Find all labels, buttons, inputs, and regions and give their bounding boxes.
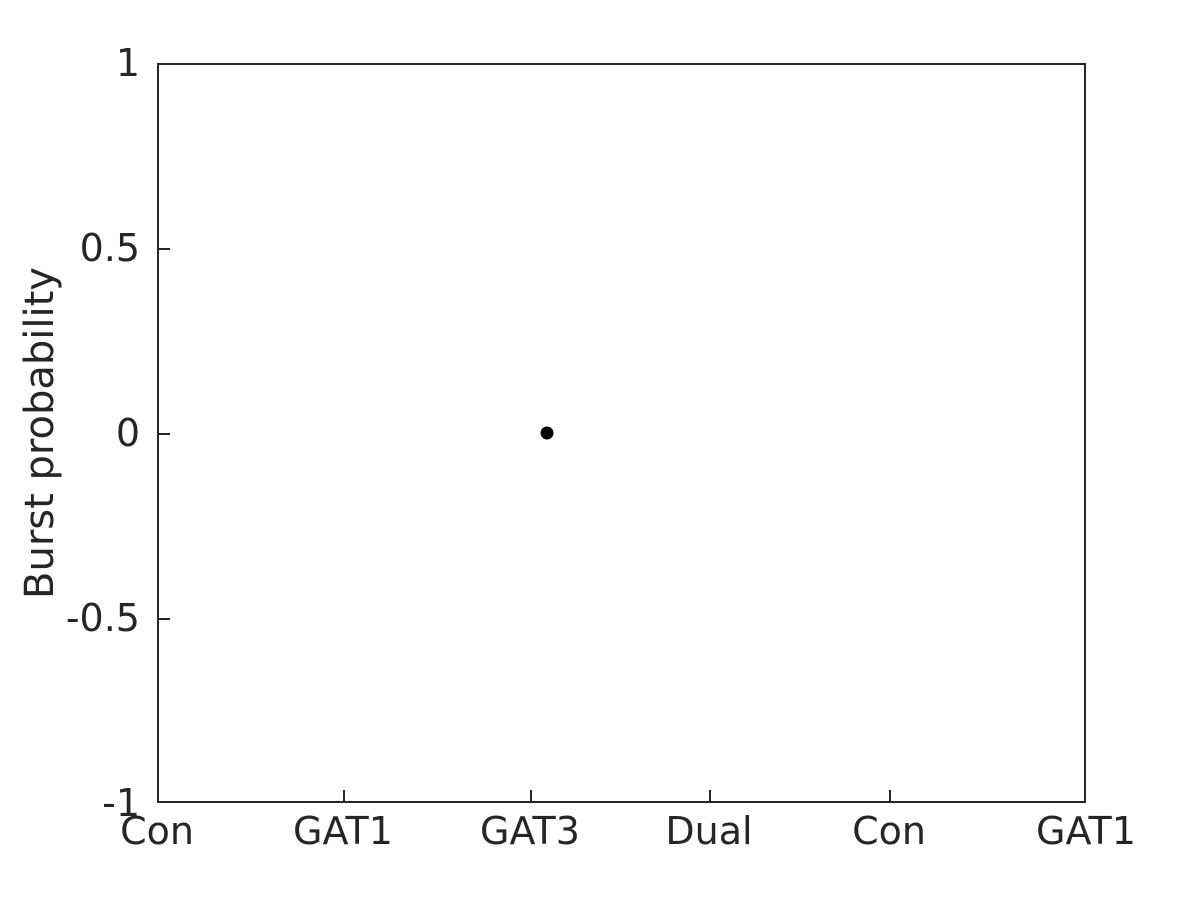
y-tick-label-1: 1 (115, 41, 140, 85)
x-tick-label-gat1-2: GAT1 (1036, 809, 1136, 853)
x-tick-mark-dual (709, 790, 711, 801)
figure-canvas: Burst probability 1 0.5 0 -0.5 -1 Con GA… (0, 0, 1200, 900)
y-tick-mark-0point5 (159, 248, 170, 250)
y-tick-mark-0 (159, 433, 170, 435)
x-tick-mark-gat3 (530, 790, 532, 801)
plot-area (157, 63, 1086, 803)
y-tick-label-0: 0 (115, 411, 140, 455)
data-point-marker[interactable] (540, 426, 554, 440)
x-tick-mark-gat1-1 (343, 790, 345, 801)
y-tick-mark-minus0point5 (159, 618, 170, 620)
y-tick-label-minus0point5: -0.5 (65, 596, 140, 640)
x-tick-mark-con-2 (889, 790, 891, 801)
y-tick-label-0point5: 0.5 (79, 226, 140, 270)
